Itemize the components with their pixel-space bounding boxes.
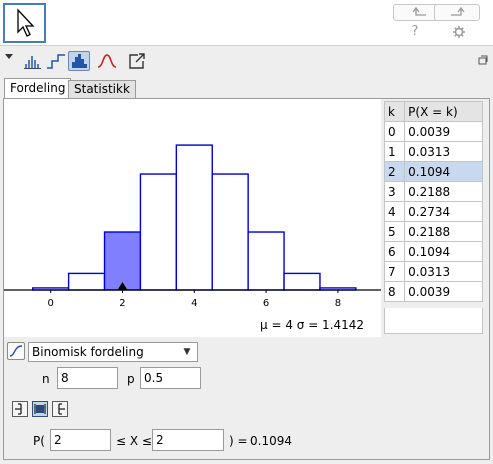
histogram-bar bbox=[211, 173, 249, 291]
cell-probability: 0.2188 bbox=[404, 221, 483, 242]
probability-prefix: P( bbox=[33, 434, 45, 448]
n-input[interactable]: 8 bbox=[57, 367, 118, 389]
tab-distribution[interactable]: Fordeling bbox=[4, 78, 72, 99]
cell-k: 8 bbox=[383, 281, 406, 302]
p-label: p bbox=[127, 372, 135, 386]
n-label: n bbox=[42, 372, 50, 386]
probability-result: 0.1094 bbox=[250, 434, 292, 448]
cell-probability: 0.2734 bbox=[404, 201, 483, 222]
cell-probability: 0.0039 bbox=[404, 281, 483, 302]
left-sided-button[interactable] bbox=[12, 401, 28, 417]
chart-area: 0 2 4 6 8 bbox=[4, 99, 381, 337]
export-button[interactable] bbox=[126, 51, 148, 71]
cell-k: 3 bbox=[383, 181, 406, 202]
window-icon bbox=[478, 55, 488, 65]
histogram-bar bbox=[67, 272, 106, 291]
upper-bound-input[interactable]: 2 bbox=[152, 429, 224, 451]
cell-probability: 0.1094 bbox=[404, 161, 483, 182]
detach-view-button[interactable] bbox=[478, 54, 488, 65]
interval-button[interactable] bbox=[32, 401, 48, 417]
right-bracket-icon bbox=[58, 403, 65, 415]
histogram-icon bbox=[72, 54, 87, 68]
x-tick-label: 2 bbox=[119, 298, 125, 309]
cell-probability: 0.1094 bbox=[404, 241, 483, 262]
bar-graph-button[interactable] bbox=[22, 51, 44, 71]
x-tick-label: 0 bbox=[47, 298, 53, 309]
table-row[interactable]: 5 0.2188 bbox=[383, 221, 483, 242]
table-row[interactable]: 8 0.0039 bbox=[383, 281, 483, 302]
histogram-bar bbox=[175, 144, 213, 291]
histogram-bar bbox=[139, 173, 178, 291]
triangle-down-icon bbox=[5, 54, 13, 59]
chevron-down-icon: ▼ bbox=[183, 347, 191, 357]
table-row[interactable]: 7 0.0313 bbox=[383, 261, 483, 282]
distribution-select-value: Binomisk fordeling bbox=[32, 345, 144, 359]
cell-k: 0 bbox=[383, 121, 406, 142]
export-icon bbox=[129, 53, 145, 69]
right-sided-button[interactable] bbox=[52, 401, 68, 417]
histogram-bar bbox=[247, 231, 285, 291]
move-tool-button[interactable] bbox=[3, 3, 46, 43]
collapse-toggle[interactable] bbox=[4, 51, 14, 61]
probability-suffix: ) = bbox=[229, 434, 248, 448]
cumulative-toggle-button[interactable] bbox=[7, 342, 25, 360]
histogram-bar bbox=[283, 272, 321, 291]
cell-k: 2 bbox=[383, 161, 406, 182]
probability-table: k P(X = k) 0 0.0039 1 0.0313 2 0.1094 3 0.2188 4… bbox=[383, 101, 483, 302]
lower-bound-input[interactable]: 2 bbox=[50, 429, 111, 451]
column-header-probability: P(X = k) bbox=[404, 101, 483, 122]
bar-graph-icon bbox=[24, 56, 41, 69]
x-tick-label: 4 bbox=[191, 298, 197, 309]
x-tick-label: 8 bbox=[335, 298, 341, 309]
left-bracket-icon bbox=[15, 403, 22, 415]
cell-k: 5 bbox=[383, 221, 406, 242]
help-button[interactable]: ? bbox=[400, 24, 430, 39]
gear-icon bbox=[453, 26, 465, 38]
p-input[interactable]: 0.5 bbox=[140, 367, 201, 389]
interval-icon bbox=[34, 404, 46, 414]
distribution-select[interactable]: Binomisk fordeling ▼ bbox=[28, 342, 198, 362]
step-graph-button[interactable] bbox=[45, 51, 67, 71]
table-row[interactable]: 6 0.1094 bbox=[383, 241, 483, 262]
cell-k: 4 bbox=[383, 201, 406, 222]
cell-probability: 0.0313 bbox=[404, 261, 483, 282]
histogram-chart: 0 2 4 6 8 bbox=[4, 144, 381, 309]
normal-overlay-button[interactable] bbox=[96, 51, 118, 71]
x-tick-label: 6 bbox=[263, 298, 269, 309]
table-empty-area bbox=[384, 308, 483, 334]
cell-k: 1 bbox=[383, 141, 406, 162]
table-row[interactable]: 0 0.0039 bbox=[383, 121, 483, 142]
table-row[interactable]: 4 0.2734 bbox=[383, 201, 483, 222]
histogram-button[interactable] bbox=[68, 51, 90, 71]
table-row[interactable]: 2 0.1094 bbox=[383, 161, 483, 182]
column-header-k: k bbox=[383, 101, 406, 122]
cell-probability: 0.2188 bbox=[404, 181, 483, 202]
mean-sd-readout: μ = 4 σ = 1.4142 bbox=[260, 318, 365, 332]
table-row[interactable]: 3 0.2188 bbox=[383, 181, 483, 202]
tab-statistics[interactable]: Statistikk bbox=[68, 80, 136, 98]
pointer-arrow-icon bbox=[17, 8, 35, 37]
histogram-bar bbox=[103, 231, 142, 291]
cell-k: 6 bbox=[383, 241, 406, 262]
settings-button[interactable] bbox=[452, 25, 466, 39]
redo-icon bbox=[451, 6, 465, 16]
cell-k: 7 bbox=[383, 261, 406, 282]
cell-probability: 0.0039 bbox=[404, 121, 483, 142]
step-graph-icon bbox=[47, 54, 65, 69]
normal-curve-icon bbox=[97, 54, 117, 68]
inequality-text: ≤ X ≤ bbox=[116, 434, 152, 448]
redo-button[interactable] bbox=[434, 4, 480, 21]
cumulative-curve-icon bbox=[9, 345, 23, 357]
table-row[interactable]: 1 0.0313 bbox=[383, 141, 483, 162]
cell-probability: 0.0313 bbox=[404, 141, 483, 162]
